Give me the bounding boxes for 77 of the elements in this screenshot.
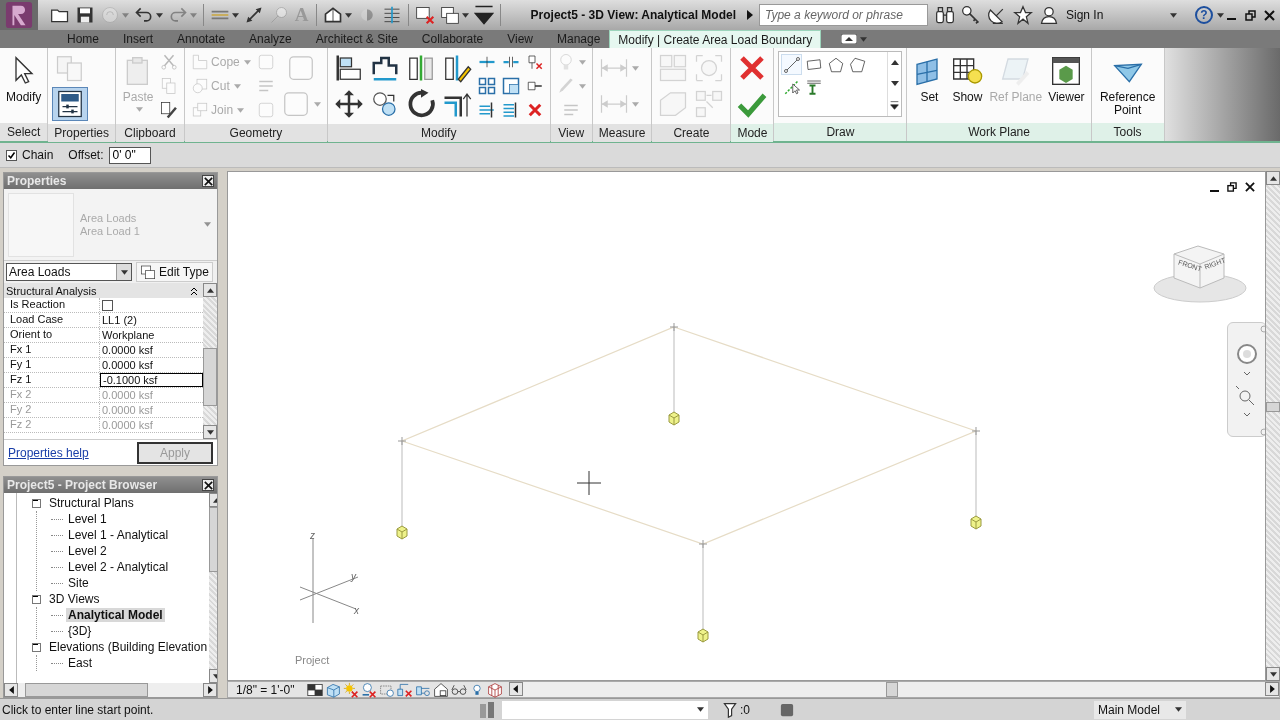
panel-title: Project5 - Project Browser <box>7 478 158 492</box>
property-name: Fx 2 <box>4 388 100 402</box>
help-button[interactable]: ? <box>1195 6 1213 24</box>
property-name: Is Reaction <box>4 298 100 312</box>
tree-item[interactable]: Level 2 <box>66 544 109 558</box>
panel-title: Select <box>0 123 48 141</box>
ribbon-tab[interactable]: Insert <box>108 30 163 48</box>
panel-title: Properties <box>48 124 116 142</box>
ribbon-button[interactable]: Modify <box>4 51 44 105</box>
property-value: 0.0000 ksf <box>101 343 154 357</box>
tree-item[interactable]: Level 1 <box>66 512 109 526</box>
panel-title: Properties <box>7 174 67 188</box>
panel-title: View <box>550 124 592 142</box>
tree-item[interactable]: 3D Views <box>47 592 102 606</box>
view-label: Project <box>295 654 330 666</box>
tree-item[interactable]: Structural Plans <box>47 496 136 510</box>
type-name: Area Load 1 <box>80 224 141 238</box>
property-name: Fx 1 <box>4 343 100 357</box>
ribbon-tab[interactable]: Analyze <box>234 30 301 48</box>
field-label: Offset: <box>68 148 104 162</box>
design-option-dropdown[interactable]: Main Model <box>1094 700 1186 719</box>
property-value: 0.0000 ksf <box>101 403 154 417</box>
ribbon-tab[interactable]: Collaborate <box>406 30 493 48</box>
help-link[interactable]: Properties help <box>8 445 89 460</box>
property-value: Workplane <box>101 328 156 342</box>
panel-title: Mode <box>731 124 774 142</box>
panel-title: Create <box>652 124 731 142</box>
ribbon-button[interactable]: Reference Point <box>1095 51 1160 118</box>
group-header[interactable]: Structural Analysis <box>4 283 203 298</box>
property-name: Orient to <box>4 328 100 342</box>
tree-item[interactable]: East <box>66 656 94 670</box>
property-value: 0.0000 ksf <box>101 388 154 402</box>
property-value: LL1 (2) <box>101 313 138 327</box>
panel-title: Draw <box>774 123 907 141</box>
property-value: 0.0000 ksf <box>101 358 154 372</box>
axis-label: z <box>310 530 315 541</box>
value-field[interactable]: -0.1000 ksf <box>100 373 203 387</box>
tree-item[interactable]: {3D} <box>66 624 94 638</box>
tree-item[interactable]: Level 2 - Analytical <box>66 560 171 574</box>
tree-item[interactable]: Site <box>66 576 91 590</box>
view-scale[interactable]: 1/8" = 1'-0" <box>236 682 295 697</box>
panel-title: Clipboard <box>116 124 185 142</box>
window-title: Project5 - 3D View: Analytical Model <box>530 8 737 22</box>
tree-item[interactable]: Elevations (Building Elevation <box>47 640 210 654</box>
status-prompt: Click to enter line start point. <box>2 702 155 717</box>
axis-label: x <box>354 605 359 616</box>
axis-label: y <box>351 571 356 582</box>
category-dropdown[interactable]: Area Loads <box>6 263 132 281</box>
ribbon-tab[interactable]: Manage <box>542 30 610 48</box>
type-family: Area Loads <box>80 211 138 225</box>
property-value: 0.0000 ksf <box>101 418 154 432</box>
tree-item[interactable]: Level 1 - Analytical <box>66 528 171 542</box>
sign-in-button[interactable]: Sign In <box>1066 8 1166 22</box>
edit-type-button[interactable]: Edit Type <box>136 262 213 282</box>
search-field[interactable]: Type a keyword or phrase <box>759 4 928 26</box>
ribbon-button[interactable]: Show <box>949 51 986 105</box>
panel-title: Tools <box>1091 123 1164 141</box>
ribbon-tab[interactable]: Home <box>52 30 108 48</box>
panel-title: Geometry <box>185 124 327 142</box>
offset-field[interactable]: 0' 0" <box>108 146 151 164</box>
ribbon-tab[interactable]: Modify | Create Area Load Boundary <box>609 30 822 48</box>
panel-title: Work Plane <box>907 123 1091 141</box>
property-name: Fz 2 <box>4 418 100 432</box>
tree-item[interactable]: Analytical Model <box>66 608 165 622</box>
group-title: Structural Analysis <box>6 284 97 297</box>
panel-title: Measure <box>592 124 652 142</box>
property-name: Fy 2 <box>4 403 100 417</box>
panel-title: Modify <box>327 124 550 142</box>
ribbon-button[interactable]: Set <box>911 51 948 105</box>
ribbon-button[interactable]: Viewer <box>1046 51 1087 105</box>
selection-count: :0 <box>740 702 750 717</box>
property-name: Load Case <box>4 313 100 327</box>
ribbon-tab[interactable]: Annotate <box>162 30 235 48</box>
property-name: Fy 1 <box>4 358 100 372</box>
checkbox-label: Chain <box>22 148 54 162</box>
ribbon-tab[interactable]: View <box>492 30 542 48</box>
ribbon-tab[interactable]: Architect & Site <box>300 30 407 48</box>
